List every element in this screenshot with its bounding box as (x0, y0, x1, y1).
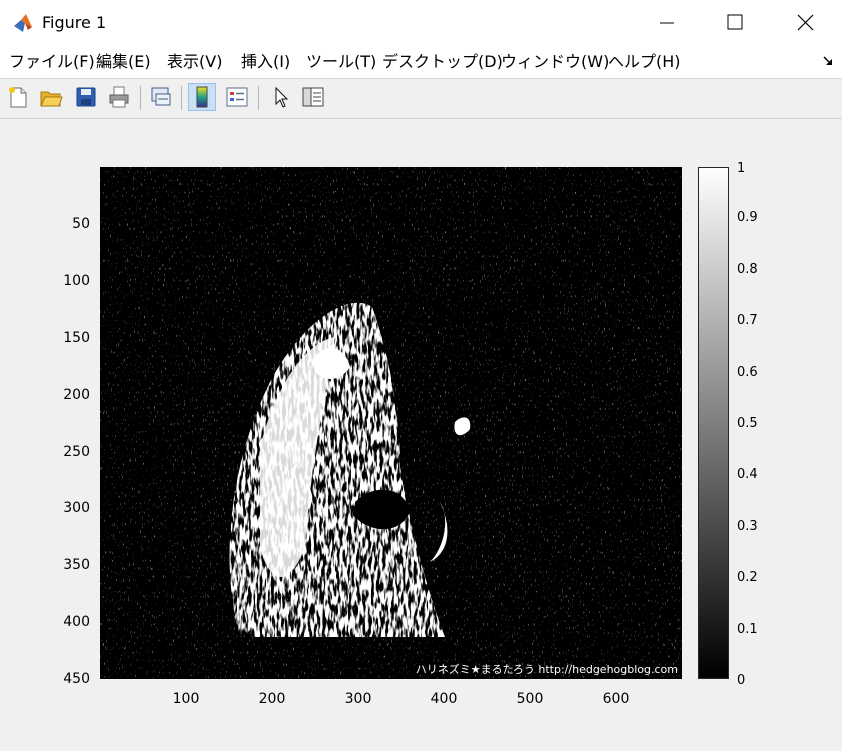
x-tick-label: 300 (344, 691, 372, 707)
menu-file[interactable]: ファイル(F) (9, 51, 95, 73)
colorbar-tick-label: 0.1 (737, 622, 758, 637)
colorbar-tick-label: 1 (737, 161, 746, 176)
menu-desktop[interactable]: デスクトップ(D) (382, 51, 503, 73)
property-inspector-icon (302, 87, 324, 107)
colorbar-tick-label: 0.7 (737, 313, 758, 328)
matlab-logo-icon (14, 14, 32, 32)
colorbar-tick-label: 0 (737, 673, 746, 688)
edit-plot-button[interactable] (268, 84, 294, 110)
save-button[interactable] (73, 84, 99, 110)
link-plot-icon (151, 87, 171, 106)
close-icon (797, 14, 814, 31)
y-tick-label: 400 (63, 614, 90, 630)
dock-arrow-icon[interactable] (822, 55, 834, 67)
x-tick-label: 600 (602, 691, 630, 707)
menu-help[interactable]: ヘルプ(H) (608, 51, 681, 73)
binary-image: ハリネズミ★まるたろう http://hedgehogblog.com (100, 167, 682, 679)
x-tick-label: 200 (258, 691, 286, 707)
colorbar-tick-label: 0.9 (737, 210, 758, 225)
colorbar-tick-label: 0.6 (737, 365, 758, 380)
title-bar: Figure 1 (0, 0, 842, 46)
colorbar-icon (196, 86, 208, 108)
maximize-button[interactable] (713, 0, 759, 46)
toolbar-separator (258, 86, 259, 110)
y-tick-label: 250 (63, 444, 90, 460)
y-tick-label: 300 (63, 500, 90, 516)
y-tick-label: 450 (63, 671, 90, 687)
link-plot-button[interactable] (148, 84, 174, 110)
colorbar-tick-label: 0.2 (737, 570, 758, 585)
menu-window[interactable]: ウィンドウ(W) (501, 51, 609, 73)
window-title: Figure 1 (42, 13, 107, 32)
colorbar[interactable] (698, 167, 729, 679)
property-inspector-button[interactable] (300, 84, 326, 110)
open-file-button[interactable] (38, 84, 64, 110)
image-axes[interactable]: ハリネズミ★まるたろう http://hedgehogblog.com (100, 167, 682, 679)
y-tick-label: 150 (63, 330, 90, 346)
colorbar-tick-label: 0.3 (737, 519, 758, 534)
print-icon (109, 86, 129, 108)
minimize-button[interactable] (645, 0, 691, 46)
menu-bar: ファイル(F) 編集(E) 表示(V) 挿入(I) ツール(T) デスクトップ(… (0, 46, 842, 78)
new-figure-icon (9, 87, 27, 108)
menu-view[interactable]: 表示(V) (167, 51, 222, 73)
menu-edit[interactable]: 編集(E) (96, 51, 151, 73)
y-tick-label: 200 (63, 387, 90, 403)
save-icon (76, 87, 96, 107)
x-tick-label: 400 (430, 691, 458, 707)
toolbar-separator (181, 86, 182, 110)
colorbar-button[interactable] (188, 83, 216, 111)
maximize-icon (727, 14, 743, 30)
edit-plot-cursor-icon (275, 86, 289, 108)
open-file-icon (40, 91, 63, 107)
print-button[interactable] (106, 84, 132, 110)
menu-tools[interactable]: ツール(T) (306, 51, 376, 73)
colorbar-tick-label: 0.8 (737, 262, 758, 277)
legend-icon (226, 87, 248, 107)
y-tick-label: 100 (63, 273, 90, 289)
toolbar-separator (140, 86, 141, 110)
colorbar-tick-label: 0.4 (737, 467, 758, 482)
x-tick-label: 500 (516, 691, 544, 707)
watermark: ハリネズミ★まるたろう http://hedgehogblog.com (416, 662, 678, 676)
x-tick-label: 100 (172, 691, 200, 707)
toolbar (0, 79, 842, 119)
new-figure-button[interactable] (5, 84, 31, 110)
minimize-icon (660, 22, 674, 24)
legend-button[interactable] (224, 84, 250, 110)
colorbar-tick-label: 0.5 (737, 416, 758, 431)
menu-insert[interactable]: 挿入(I) (241, 51, 290, 73)
y-tick-label: 50 (72, 216, 90, 232)
y-tick-label: 350 (63, 557, 90, 573)
close-button[interactable] (783, 0, 829, 46)
